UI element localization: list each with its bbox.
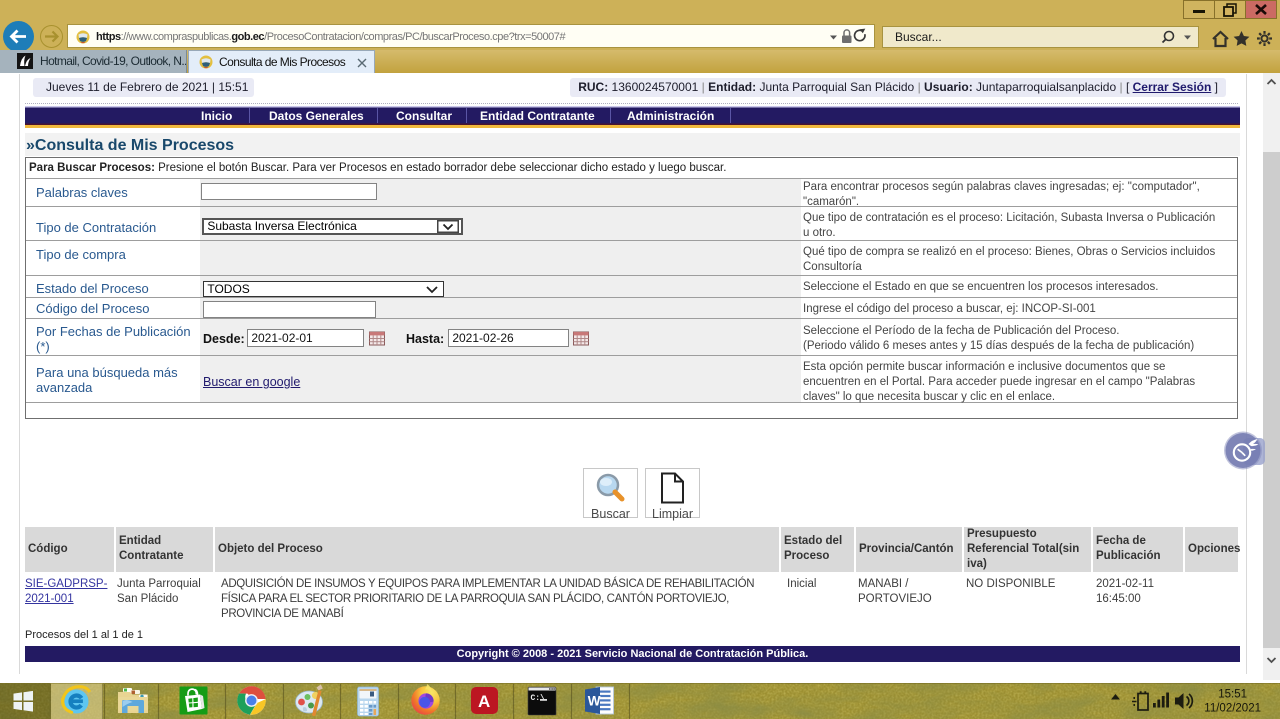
svg-text:W: W [588,694,601,709]
svg-text:15:51: 15:51 [1218,689,1247,701]
svg-text:C:\: C:\ [531,694,546,703]
svg-text:11/02/2021: 11/02/2021 [1204,703,1261,715]
svg-text:A: A [478,692,490,711]
